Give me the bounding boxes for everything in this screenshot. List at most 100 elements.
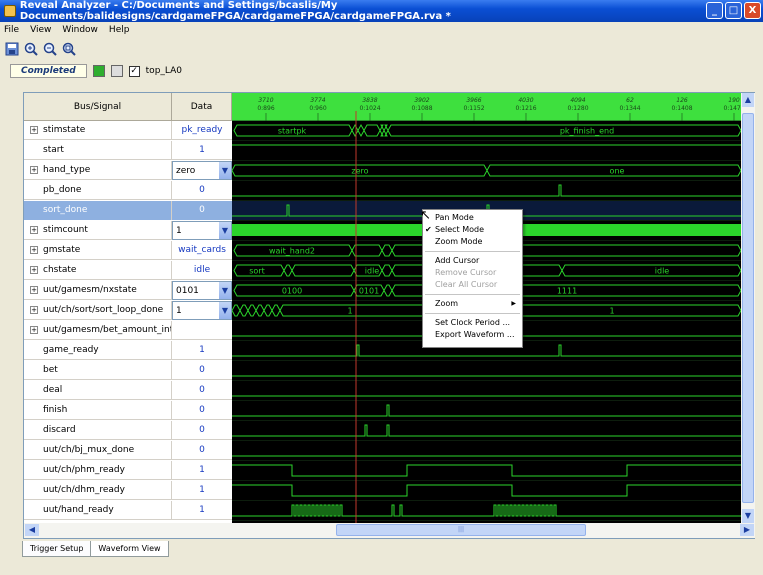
signal-row[interactable]: start 1	[24, 141, 232, 160]
signal-row[interactable]: + uut/ch/sort/sort_loop_done 1 ▼	[24, 301, 232, 320]
dropdown-arrow-icon[interactable]: ▼	[219, 302, 231, 319]
minimize-button[interactable]: _	[706, 2, 723, 19]
signal-row[interactable]: game_ready 1	[24, 341, 232, 360]
signal-name[interactable]: + uut/ch/sort/sort_loop_done	[24, 301, 172, 320]
expand-icon[interactable]: +	[30, 306, 38, 314]
value-dropdown[interactable]: 0101 ▼	[172, 281, 232, 300]
signal-row[interactable]: + gmstate wait_cards	[24, 241, 232, 260]
signal-row[interactable]: sort_done 0	[24, 201, 232, 220]
signal-row[interactable]: uut/ch/dhm_ready 1	[24, 481, 232, 500]
context-menu-label: Set Clock Period ...	[435, 318, 511, 327]
signal-name[interactable]: uut/hand_ready	[24, 501, 172, 520]
signal-row[interactable]: uut/hand_ready 1	[24, 501, 232, 520]
signal-name[interactable]: + chstate	[24, 261, 172, 280]
tab-trigger-setup[interactable]: Trigger Setup	[22, 541, 92, 557]
ruler-tick-label: 4030	[518, 97, 533, 104]
ruler-tick-label: 3966	[466, 97, 481, 104]
signal-row[interactable]: + chstate idle	[24, 261, 232, 280]
context-menu-item[interactable]: Zoom Mode	[423, 236, 522, 248]
signal-row[interactable]: discard 0	[24, 421, 232, 440]
horizontal-scroll-thumb[interactable]: |||	[336, 524, 586, 536]
scroll-right-icon[interactable]: ▶	[740, 524, 754, 536]
run-icon[interactable]	[92, 65, 105, 77]
signal-row[interactable]: + hand_type zero ▼	[24, 161, 232, 180]
signal-row[interactable]: + stimstate pk_ready	[24, 121, 232, 140]
context-menu-item[interactable]: Pan Mode	[423, 212, 522, 224]
signal-row[interactable]: + uut/gamesm/bet_amount_int	[24, 321, 232, 340]
dropdown-arrow-icon[interactable]: ▼	[219, 222, 231, 239]
signal-name[interactable]: game_ready	[24, 341, 172, 360]
signal-name[interactable]: start	[24, 141, 172, 160]
signal-name[interactable]: uut/ch/phm_ready	[24, 461, 172, 480]
core-checkbox[interactable]: ✓	[128, 65, 140, 77]
signal-name[interactable]: pb_done	[24, 181, 172, 200]
signal-name[interactable]: uut/ch/dhm_ready	[24, 481, 172, 500]
maximize-button[interactable]: □	[725, 2, 742, 19]
expand-icon[interactable]: +	[30, 246, 38, 254]
signal-name[interactable]: + stimcount	[24, 221, 172, 240]
column-header-data[interactable]: Data	[172, 93, 232, 121]
zoom-fit-icon[interactable]	[61, 41, 77, 57]
signal-name[interactable]: sort_done	[24, 201, 172, 220]
expand-icon[interactable]: +	[30, 126, 38, 134]
column-header-signal[interactable]: Bus/Signal	[24, 93, 172, 121]
context-menu-item[interactable]: ✔ Select Mode	[423, 224, 522, 236]
signal-name[interactable]: + stimstate	[24, 121, 172, 140]
value-dropdown[interactable]: 1 ▼	[172, 301, 232, 320]
expand-icon[interactable]: +	[30, 286, 38, 294]
expand-icon[interactable]: +	[30, 326, 38, 334]
scroll-down-icon[interactable]: ▼	[742, 509, 754, 523]
status-bar: Completed ✓ top_LA0	[0, 62, 763, 80]
signal-name[interactable]: deal	[24, 381, 172, 400]
signal-row[interactable]: uut/ch/phm_ready 1	[24, 461, 232, 480]
context-menu-item[interactable]: Set Clock Period ...	[423, 317, 522, 329]
signal-row[interactable]: deal 0	[24, 381, 232, 400]
value-dropdown[interactable]: 1 ▼	[172, 221, 232, 240]
signal-row[interactable]: pb_done 0	[24, 181, 232, 200]
close-button[interactable]: X	[744, 2, 761, 19]
dropdown-arrow-icon[interactable]: ▼	[219, 162, 231, 179]
menu-view[interactable]: View	[30, 25, 51, 35]
context-menu-item[interactable]: Add Cursor	[423, 255, 522, 267]
ruler-sample-label: 0:1472	[723, 105, 741, 112]
tab-waveform-view[interactable]: Waveform View	[90, 541, 169, 557]
signal-row[interactable]: + stimcount 1 ▼	[24, 221, 232, 240]
value-dropdown[interactable]: zero ▼	[172, 161, 232, 180]
expand-icon[interactable]: +	[30, 226, 38, 234]
signal-row[interactable]: finish 0	[24, 401, 232, 420]
signal-row[interactable]: uut/ch/bj_mux_done 0	[24, 441, 232, 460]
menu-help[interactable]: Help	[109, 25, 130, 35]
bus-value-label: wait_hand2	[269, 247, 315, 256]
signal-name[interactable]: + gmstate	[24, 241, 172, 260]
scroll-up-icon[interactable]: ▲	[742, 93, 754, 107]
signal-row[interactable]: + uut/gamesm/nxstate 0101 ▼	[24, 281, 232, 300]
expand-icon[interactable]: +	[30, 166, 38, 174]
signal-name[interactable]: discard	[24, 421, 172, 440]
dropdown-arrow-icon[interactable]: ▼	[219, 282, 231, 299]
vertical-scroll-thumb[interactable]	[742, 113, 754, 503]
ruler-tick-label: 62	[626, 97, 634, 104]
context-menu-item[interactable]: Export Waveform ...	[423, 329, 522, 341]
ruler-sample-label: 0:1280	[567, 105, 588, 112]
signal-name[interactable]: bet	[24, 361, 172, 380]
stop-icon[interactable]	[110, 65, 123, 77]
signal-name[interactable]: + uut/gamesm/bet_amount_int	[24, 321, 172, 340]
title-bar: Reveal Analyzer - C:/Documents and Setti…	[0, 0, 763, 22]
vertical-scrollbar[interactable]: ▲ ▼	[741, 93, 755, 523]
signal-name[interactable]: finish	[24, 401, 172, 420]
zoom-in-icon[interactable]	[23, 41, 39, 57]
expand-icon[interactable]: +	[30, 266, 38, 274]
horizontal-scrollbar[interactable]: ◀ ||| ▶	[24, 523, 755, 538]
signal-name[interactable]: uut/ch/bj_mux_done	[24, 441, 172, 460]
scroll-left-icon[interactable]: ◀	[25, 524, 39, 536]
zoom-out-icon[interactable]	[42, 41, 58, 57]
signal-name[interactable]: + hand_type	[24, 161, 172, 180]
context-menu-item[interactable]: Zoom ▶	[423, 298, 522, 310]
context-menu-label: Zoom	[435, 299, 459, 308]
ruler-sample-label: 0:1216	[515, 105, 536, 112]
signal-row[interactable]: bet 0	[24, 361, 232, 380]
menu-window[interactable]: Window	[62, 25, 98, 35]
signal-name[interactable]: + uut/gamesm/nxstate	[24, 281, 172, 300]
save-icon[interactable]	[4, 41, 20, 57]
menu-file[interactable]: File	[4, 25, 19, 35]
